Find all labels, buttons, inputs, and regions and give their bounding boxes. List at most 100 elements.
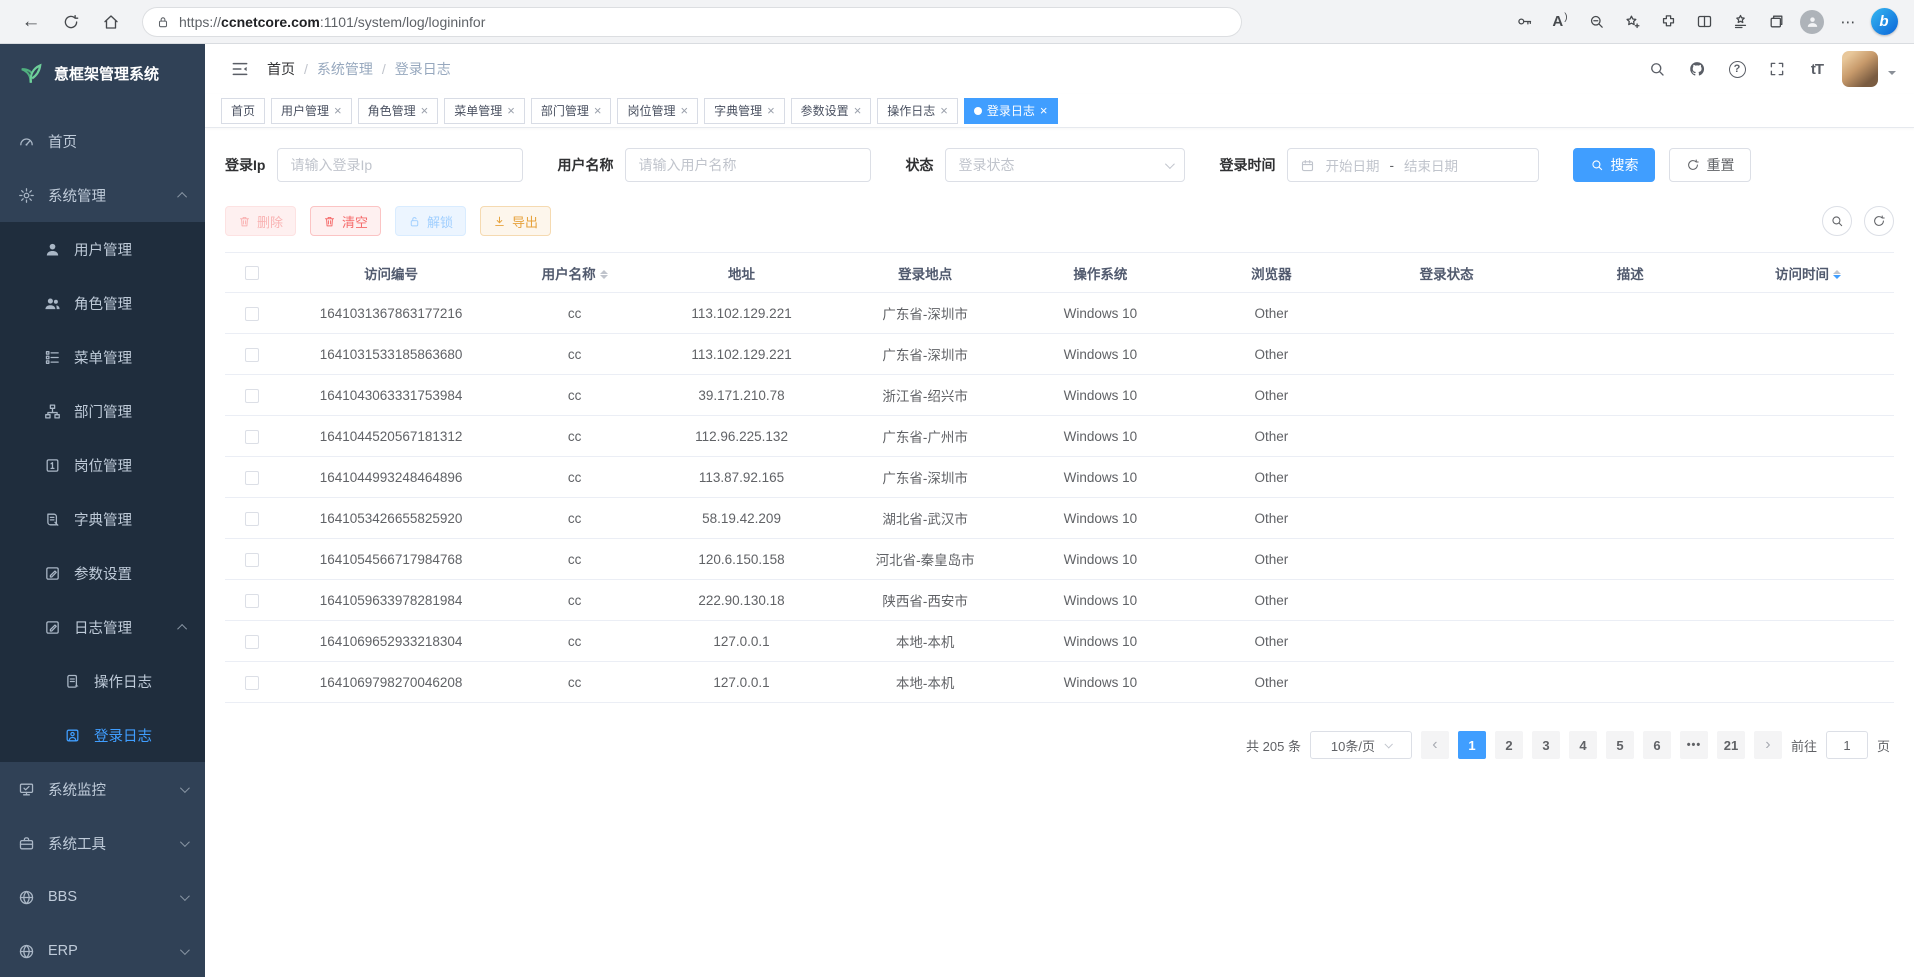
table-row[interactable]: 1641059633978281984 cc 222.90.130.18 陕西省… — [225, 580, 1894, 621]
tab-oper-log[interactable]: 操作日志× — [877, 98, 958, 124]
browser-profile-icon[interactable] — [1796, 6, 1828, 38]
sidebar-item-dept-mgmt[interactable]: 部门管理 — [0, 384, 205, 438]
page-button-5[interactable]: 5 — [1606, 731, 1634, 759]
sidebar-item-system-tools[interactable]: 系统工具 — [0, 816, 205, 870]
row-checkbox[interactable] — [245, 635, 259, 649]
tab-param-settings[interactable]: 参数设置× — [791, 98, 872, 124]
page-button-6[interactable]: 6 — [1643, 731, 1671, 759]
close-icon[interactable]: × — [680, 104, 688, 117]
row-checkbox[interactable] — [245, 594, 259, 608]
fullscreen-icon[interactable] — [1762, 54, 1792, 84]
col-user-name[interactable]: 用户名称 — [504, 253, 646, 293]
table-row[interactable]: 1641043063331753984 cc 39.171.210.78 浙江省… — [225, 375, 1894, 416]
bing-icon[interactable]: b — [1868, 6, 1900, 38]
help-icon[interactable]: ? — [1722, 54, 1752, 84]
tab-home[interactable]: 首页 — [221, 98, 265, 124]
table-row[interactable]: 1641031367863177216 cc 113.102.129.221 广… — [225, 293, 1894, 334]
reset-button[interactable]: 重置 — [1669, 148, 1751, 182]
sidebar-item-post-mgmt[interactable]: 岗位管理 — [0, 438, 205, 492]
sort-carets-icon[interactable] — [1833, 270, 1841, 279]
font-size-icon[interactable]: tT — [1802, 54, 1832, 84]
page-button-4[interactable]: 4 — [1569, 731, 1597, 759]
sidebar-item-role-mgmt[interactable]: 角色管理 — [0, 276, 205, 330]
table-search-toggle-icon[interactable] — [1822, 206, 1852, 236]
github-icon[interactable] — [1682, 54, 1712, 84]
row-checkbox[interactable] — [245, 348, 259, 362]
tab-login-log[interactable]: 登录日志× — [964, 98, 1058, 124]
sidebar-item-bbs[interactable]: BBS — [0, 870, 205, 924]
status-select[interactable]: 登录状态 — [945, 148, 1185, 182]
close-icon[interactable]: × — [507, 104, 515, 117]
tab-user-mgmt[interactable]: 用户管理× — [271, 98, 352, 124]
sidebar-item-log-mgmt[interactable]: 日志管理 — [0, 600, 205, 654]
select-all-checkbox[interactable] — [245, 266, 259, 280]
add-favorite-icon[interactable] — [1616, 6, 1648, 38]
close-icon[interactable]: × — [421, 104, 429, 117]
close-icon[interactable]: × — [854, 104, 862, 117]
extensions-icon[interactable] — [1652, 6, 1684, 38]
export-button[interactable]: 导出 — [480, 206, 551, 236]
search-button[interactable]: 搜索 — [1573, 148, 1655, 182]
page-size-select[interactable]: 10条/页 — [1310, 731, 1412, 759]
delete-button[interactable]: 删除 — [225, 206, 296, 236]
header-search-icon[interactable] — [1642, 54, 1672, 84]
sidebar-item-user-mgmt[interactable]: 用户管理 — [0, 222, 205, 276]
page-button-1[interactable]: 1 — [1458, 731, 1486, 759]
favorites-icon[interactable] — [1724, 6, 1756, 38]
read-aloud-icon[interactable]: A) — [1544, 6, 1576, 38]
tab-dept-mgmt[interactable]: 部门管理× — [531, 98, 612, 124]
table-row[interactable]: 1641044520567181312 cc 112.96.225.132 广东… — [225, 416, 1894, 457]
sort-carets-icon[interactable] — [600, 270, 608, 279]
table-row[interactable]: 1641069798270046208 cc 127.0.0.1 本地-本机 W… — [225, 662, 1894, 703]
goto-page-input[interactable] — [1826, 731, 1868, 759]
sidebar-item-param-settings[interactable]: 参数设置 — [0, 546, 205, 600]
page-button-2[interactable]: 2 — [1495, 731, 1523, 759]
row-checkbox[interactable] — [245, 512, 259, 526]
zoom-out-icon[interactable] — [1580, 6, 1612, 38]
login-ip-input[interactable] — [277, 148, 523, 182]
tab-post-mgmt[interactable]: 岗位管理× — [617, 98, 698, 124]
table-row[interactable]: 1641069652933218304 cc 127.0.0.1 本地-本机 W… — [225, 621, 1894, 662]
sidebar-item-system-mgmt[interactable]: 系统管理 — [0, 168, 205, 222]
sidebar-item-system-monitor[interactable]: 系统监控 — [0, 762, 205, 816]
avatar-caret-icon[interactable] — [1888, 71, 1896, 79]
table-row[interactable]: 1641031533185863680 cc 113.102.129.221 广… — [225, 334, 1894, 375]
sidebar-item-erp[interactable]: ERP — [0, 924, 205, 977]
password-key-icon[interactable] — [1508, 6, 1540, 38]
browser-back-icon[interactable]: ← — [14, 5, 48, 39]
table-refresh-icon[interactable] — [1864, 206, 1894, 236]
sidebar-item-home[interactable]: 首页 — [0, 114, 205, 168]
clear-button[interactable]: 清空 — [310, 206, 381, 236]
date-range-picker[interactable]: 开始日期 - 结束日期 — [1287, 148, 1539, 182]
user-avatar[interactable] — [1842, 51, 1878, 87]
table-row[interactable]: 1641044993248464896 cc 113.87.92.165 广东省… — [225, 457, 1894, 498]
prev-page-button[interactable]: ‹ — [1421, 731, 1449, 759]
sidebar-item-login-log[interactable]: 登录日志 — [0, 708, 205, 762]
row-checkbox[interactable] — [245, 307, 259, 321]
user-name-input[interactable] — [625, 148, 871, 182]
page-button-3[interactable]: 3 — [1532, 731, 1560, 759]
close-icon[interactable]: × — [334, 104, 342, 117]
tab-role-mgmt[interactable]: 角色管理× — [358, 98, 439, 124]
row-checkbox[interactable] — [245, 553, 259, 567]
address-bar[interactable]: https://ccnetcore.com:1101/system/log/lo… — [142, 7, 1242, 37]
close-icon[interactable]: × — [594, 104, 602, 117]
col-time[interactable]: 访问时间 — [1722, 253, 1894, 293]
row-checkbox[interactable] — [245, 676, 259, 690]
breadcrumb-home[interactable]: 首页 — [267, 59, 295, 79]
row-checkbox[interactable] — [245, 430, 259, 444]
row-checkbox[interactable] — [245, 389, 259, 403]
close-icon[interactable]: × — [1040, 104, 1048, 117]
table-row[interactable]: 1641054566717984768 cc 120.6.150.158 河北省… — [225, 539, 1894, 580]
site-lock-icon[interactable] — [156, 15, 170, 29]
tab-menu-mgmt[interactable]: 菜单管理× — [444, 98, 525, 124]
more-pages-button[interactable]: ••• — [1680, 731, 1708, 759]
browser-home-icon[interactable] — [94, 5, 128, 39]
sidebar-item-menu-mgmt[interactable]: 菜单管理 — [0, 330, 205, 384]
page-button-21[interactable]: 21 — [1717, 731, 1745, 759]
row-checkbox[interactable] — [245, 471, 259, 485]
tab-dict-mgmt[interactable]: 字典管理× — [704, 98, 785, 124]
next-page-button[interactable]: › — [1754, 731, 1782, 759]
split-screen-icon[interactable] — [1688, 6, 1720, 38]
unlock-button[interactable]: 解锁 — [395, 206, 466, 236]
